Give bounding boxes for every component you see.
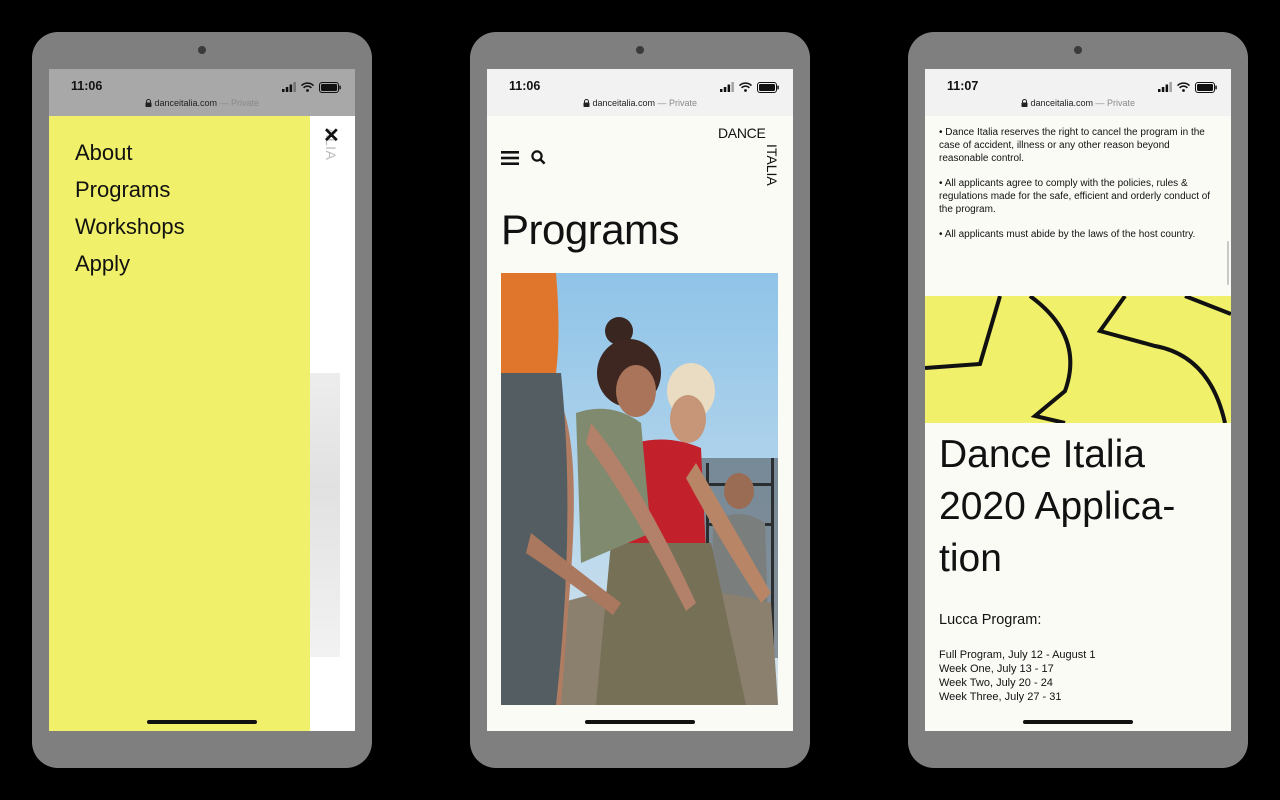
battery-icon	[1195, 81, 1217, 93]
menu-item-apply[interactable]: Apply	[75, 245, 185, 282]
status-time: 11:06	[71, 79, 103, 93]
terms-item: • Dance Italia reserves the right to can…	[939, 127, 1205, 164]
private-label: — Private	[1095, 98, 1136, 108]
camera-dot	[198, 46, 206, 54]
program-dates: Full Program, July 12 - August 1 Week On…	[939, 648, 1096, 704]
nav-menu-panel: About Programs Workshops Apply	[49, 116, 310, 731]
phone-screen: 11:07 danceitalia.com — Private • Dance …	[925, 69, 1231, 731]
camera-dot	[1074, 46, 1082, 54]
list-item: Full Program, July 12 - August 1	[939, 649, 1096, 661]
list-item: Week One, July 13 - 17	[939, 663, 1054, 675]
page-behind-menu: ALIA	[310, 116, 355, 731]
menu-item-workshops[interactable]: Workshops	[75, 208, 185, 245]
url-text: danceitalia.com	[592, 98, 656, 108]
status-bar: 11:07 danceitalia.com — Private	[925, 69, 1231, 116]
private-label: — Private	[219, 98, 260, 108]
terms-item: • All applicants agree to comply with th…	[939, 178, 1211, 215]
status-time: 11:06	[509, 79, 541, 93]
signal-icon	[282, 82, 296, 92]
signal-icon	[1158, 82, 1172, 92]
search-icon[interactable]	[531, 150, 546, 165]
page-title: Programs	[501, 206, 680, 253]
nav-menu: About Programs Workshops Apply	[75, 134, 185, 282]
battery-icon	[319, 81, 341, 93]
address-bar[interactable]: danceitalia.com — Private	[925, 98, 1231, 108]
home-indicator[interactable]	[585, 720, 695, 724]
status-icons	[282, 81, 341, 93]
home-indicator[interactable]	[147, 720, 257, 724]
url-text: danceitalia.com	[1030, 98, 1094, 108]
program-heading: Lucca Program:	[939, 612, 1042, 628]
lock-icon	[583, 99, 590, 107]
private-label: — Private	[657, 98, 698, 108]
list-item: Week Two, July 20 - 24	[939, 677, 1053, 689]
status-bar: 11:06 danceitalia.com — Private	[487, 69, 793, 116]
address-bar[interactable]: danceitalia.com — Private	[49, 98, 355, 108]
photo-fragment	[310, 373, 340, 657]
menu-item-programs[interactable]: Programs	[75, 171, 185, 208]
lock-icon	[145, 99, 152, 107]
page-title: Dance Italia 2020 Applica­tion	[939, 433, 1176, 580]
url-text: danceitalia.com	[154, 98, 218, 108]
phone-screen: 11:06 danceitalia.com — Private ALIA Abo…	[49, 69, 355, 731]
signal-icon	[720, 82, 734, 92]
phone-frame-application: 11:07 danceitalia.com — Private • Dance …	[908, 32, 1248, 768]
wifi-icon	[1177, 82, 1190, 92]
scrollbar[interactable]	[1227, 241, 1229, 285]
list-item: Week Three, July 27 - 31	[939, 691, 1062, 703]
header-icons	[501, 150, 546, 165]
status-time: 11:07	[947, 79, 979, 93]
dancers-photo	[501, 273, 778, 705]
status-bar: 11:06 danceitalia.com — Private	[49, 69, 355, 116]
lock-icon	[1021, 99, 1028, 107]
terms-list: • Dance Italia reserves the right to can…	[939, 126, 1219, 253]
site-logo-vertical[interactable]: ITALIA	[764, 144, 780, 186]
status-icons	[720, 81, 779, 93]
phone-screen: 11:06 danceitalia.com — Private DANCE IT…	[487, 69, 793, 731]
camera-dot	[636, 46, 644, 54]
close-icon[interactable]: ✕	[323, 126, 340, 146]
wifi-icon	[301, 82, 314, 92]
status-icons	[1158, 81, 1217, 93]
menu-item-about[interactable]: About	[75, 134, 185, 171]
home-indicator[interactable]	[1023, 720, 1133, 724]
site-logo[interactable]: DANCE	[718, 125, 766, 141]
terms-item: • All applicants must abide by the laws …	[939, 229, 1196, 240]
wifi-icon	[739, 82, 752, 92]
phone-frame-programs: 11:06 danceitalia.com — Private DANCE IT…	[470, 32, 810, 768]
decorative-banner	[925, 296, 1231, 423]
battery-icon	[757, 81, 779, 93]
phone-frame-menu: 11:06 danceitalia.com — Private ALIA Abo…	[32, 32, 372, 768]
hamburger-icon[interactable]	[501, 150, 519, 165]
address-bar[interactable]: danceitalia.com — Private	[487, 98, 793, 108]
